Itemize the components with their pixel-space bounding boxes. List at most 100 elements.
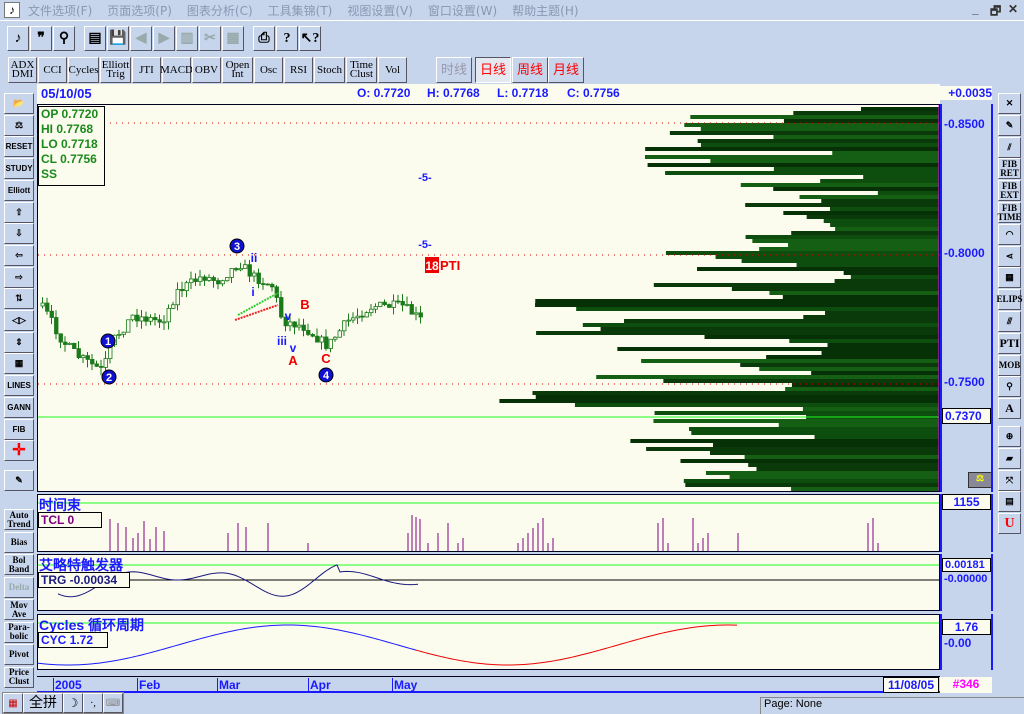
menu-item[interactable]: 帮助主题(H)	[512, 4, 578, 18]
indicator-rsi[interactable]: RSI	[284, 57, 313, 83]
indicator-open-int[interactable]: Open Int	[222, 57, 253, 83]
indicator-macd[interactable]: MACD	[160, 57, 193, 83]
copy-icon[interactable]: ▥	[176, 26, 198, 51]
study-mov-ave[interactable]: Mov Ave	[4, 599, 34, 620]
indicator-adx-dmi[interactable]: ADX DMI	[8, 57, 37, 83]
right-tool-pti[interactable]: PTI	[998, 332, 1021, 354]
context-help-icon[interactable]: ↖?	[299, 26, 321, 51]
menu-item[interactable]: 页面选项(P)	[107, 4, 172, 18]
left-tool-lines[interactable]: LINES	[4, 375, 34, 397]
left-tool-tool[interactable]: ⇕	[4, 331, 34, 353]
wave-3-marker[interactable]: 3	[229, 238, 245, 254]
right-tool-mob[interactable]: MOB	[998, 354, 1021, 376]
left-tool-elliott[interactable]: Elliott	[4, 179, 34, 201]
price-chart[interactable]: 1234iiiiiivvABC-5--5-18 PTI	[37, 104, 940, 492]
time-cluster-panel[interactable]	[37, 494, 940, 552]
indicator-cci[interactable]: CCI	[38, 57, 67, 83]
left-tool-tool[interactable]: ◁▷	[4, 310, 34, 331]
left-tool-open[interactable]: 📂	[4, 93, 34, 114]
left-tool-tool[interactable]: ⇅	[4, 288, 34, 310]
menu-item[interactable]: 视图设置(V)	[347, 4, 413, 18]
left-tool-print[interactable]: ✎	[4, 469, 34, 491]
punctuation-icon[interactable]: ·,	[83, 693, 103, 713]
study-delta[interactable]: Delta	[4, 576, 34, 598]
zoom-icon[interactable]: ⊕	[998, 426, 1021, 447]
minimize-button[interactable]: _	[972, 2, 979, 16]
right-tool-fib-time[interactable]: FIB TIME	[998, 202, 1022, 223]
x-icon[interactable]: ✕	[998, 93, 1021, 114]
left-tool-down[interactable]: ⇩	[4, 223, 34, 245]
left-tool-study[interactable]: STUDY	[4, 158, 34, 180]
wave-2-marker[interactable]: 2	[101, 369, 117, 385]
lines-icon[interactable]: ⫽	[998, 136, 1021, 158]
indicator-osc[interactable]: Osc	[254, 57, 283, 83]
balance-icon[interactable]: ⚖	[968, 472, 992, 488]
left-tool-reset[interactable]: RESET	[4, 136, 34, 158]
save-icon[interactable]: 💾	[107, 26, 129, 51]
search-icon[interactable]: ⚲	[53, 26, 75, 51]
print-icon[interactable]: ⎙	[253, 26, 275, 51]
channel-icon[interactable]: ⫻	[998, 311, 1021, 332]
help-icon[interactable]: ?	[276, 26, 298, 51]
study-price-clust[interactable]: Price Clust	[4, 666, 34, 688]
restore-button[interactable]: 🗗	[990, 2, 1001, 23]
period-tab[interactable]: 时线	[436, 57, 472, 83]
back-icon[interactable]: ◀	[130, 26, 152, 51]
right-tool-elips[interactable]: ELIPS	[997, 289, 1023, 311]
menu-item[interactable]: 窗口设置(W)	[428, 4, 497, 18]
app-icon[interactable]: ♪	[7, 26, 29, 51]
study-bol-band[interactable]: Bol Band	[4, 554, 34, 575]
expand-icon[interactable]: ⤧	[998, 469, 1021, 491]
right-tool-a[interactable]: A	[998, 398, 1021, 420]
menu-item[interactable]: 文件选项(F)	[28, 4, 92, 18]
elliott-trigger-panel[interactable]	[37, 554, 940, 611]
left-tool-grid[interactable]: ▦	[4, 353, 34, 375]
left-tool-gann[interactable]: GANN	[4, 396, 34, 418]
magnify-icon[interactable]: ⚲	[998, 376, 1021, 398]
ime-mode-button[interactable]: 全拼	[23, 693, 63, 713]
grid-icon[interactable]: ▦	[998, 267, 1021, 289]
left-tool-left[interactable]: ⇦	[4, 244, 34, 266]
period-tab[interactable]: 日线	[475, 57, 511, 83]
right-tool-fib-ret[interactable]: FIB RET	[998, 158, 1021, 180]
eraser-icon[interactable]: ▰	[998, 447, 1021, 469]
moon-icon[interactable]: ☽	[63, 693, 83, 713]
study-bias[interactable]: Bias	[4, 531, 34, 553]
app-logo-icon[interactable]: ♪	[4, 2, 20, 18]
new-page-icon[interactable]: ▤	[84, 26, 106, 51]
indicator-vol[interactable]: Vol	[378, 57, 407, 83]
quote-icon[interactable]: ❞	[30, 26, 52, 51]
indicator-obv[interactable]: OBV	[192, 57, 221, 83]
paste-icon[interactable]: ▦	[222, 26, 244, 51]
period-tab[interactable]: 周线	[512, 57, 548, 83]
menu-item[interactable]: 工具集锦(T)	[268, 4, 333, 18]
study-pivot[interactable]: Pivot	[4, 644, 34, 665]
indicator-time-clust[interactable]: Time Clust	[346, 57, 377, 83]
forward-icon[interactable]: ▶	[153, 26, 175, 51]
fan-icon[interactable]: ⋖	[998, 245, 1021, 267]
indicator-stoch[interactable]: Stoch	[314, 57, 345, 83]
wave-4-marker[interactable]: 4	[318, 367, 334, 383]
notes-icon[interactable]: ▤	[998, 491, 1021, 513]
study-para-bolic[interactable]: Para- bolic	[4, 621, 34, 643]
indicator-cycles[interactable]: Cycles	[68, 57, 99, 83]
wave-1-marker[interactable]: 1	[100, 333, 116, 349]
study-auto-trend[interactable]: Auto Trend	[4, 509, 34, 530]
period-tab[interactable]: 月线	[548, 57, 584, 83]
left-tool-up[interactable]: ⇧	[4, 201, 34, 223]
fib-icon[interactable]: ◠	[998, 223, 1021, 245]
left-tool-cross[interactable]: ✛	[4, 440, 34, 462]
indicator-jti[interactable]: JTI	[132, 57, 161, 83]
left-tool-fib[interactable]: FIB	[4, 418, 34, 440]
indicator-elliott-trig[interactable]: Elliott Trig	[100, 57, 131, 83]
menu-item[interactable]: 图表分析(C)	[187, 4, 253, 18]
close-button[interactable]: ✕	[1008, 2, 1018, 16]
keyboard-icon[interactable]: ⌨	[103, 693, 123, 713]
ime-logo-icon[interactable]: ▦	[3, 693, 23, 713]
cycles-panel[interactable]	[37, 614, 940, 670]
u-icon[interactable]: U	[998, 513, 1021, 535]
left-tool-right[interactable]: ⇨	[4, 266, 34, 288]
cut-icon[interactable]: ✂	[199, 26, 221, 51]
left-tool-balance[interactable]: ⚖	[4, 114, 34, 136]
right-tool-fib-ext[interactable]: FIB EXT	[998, 180, 1021, 202]
